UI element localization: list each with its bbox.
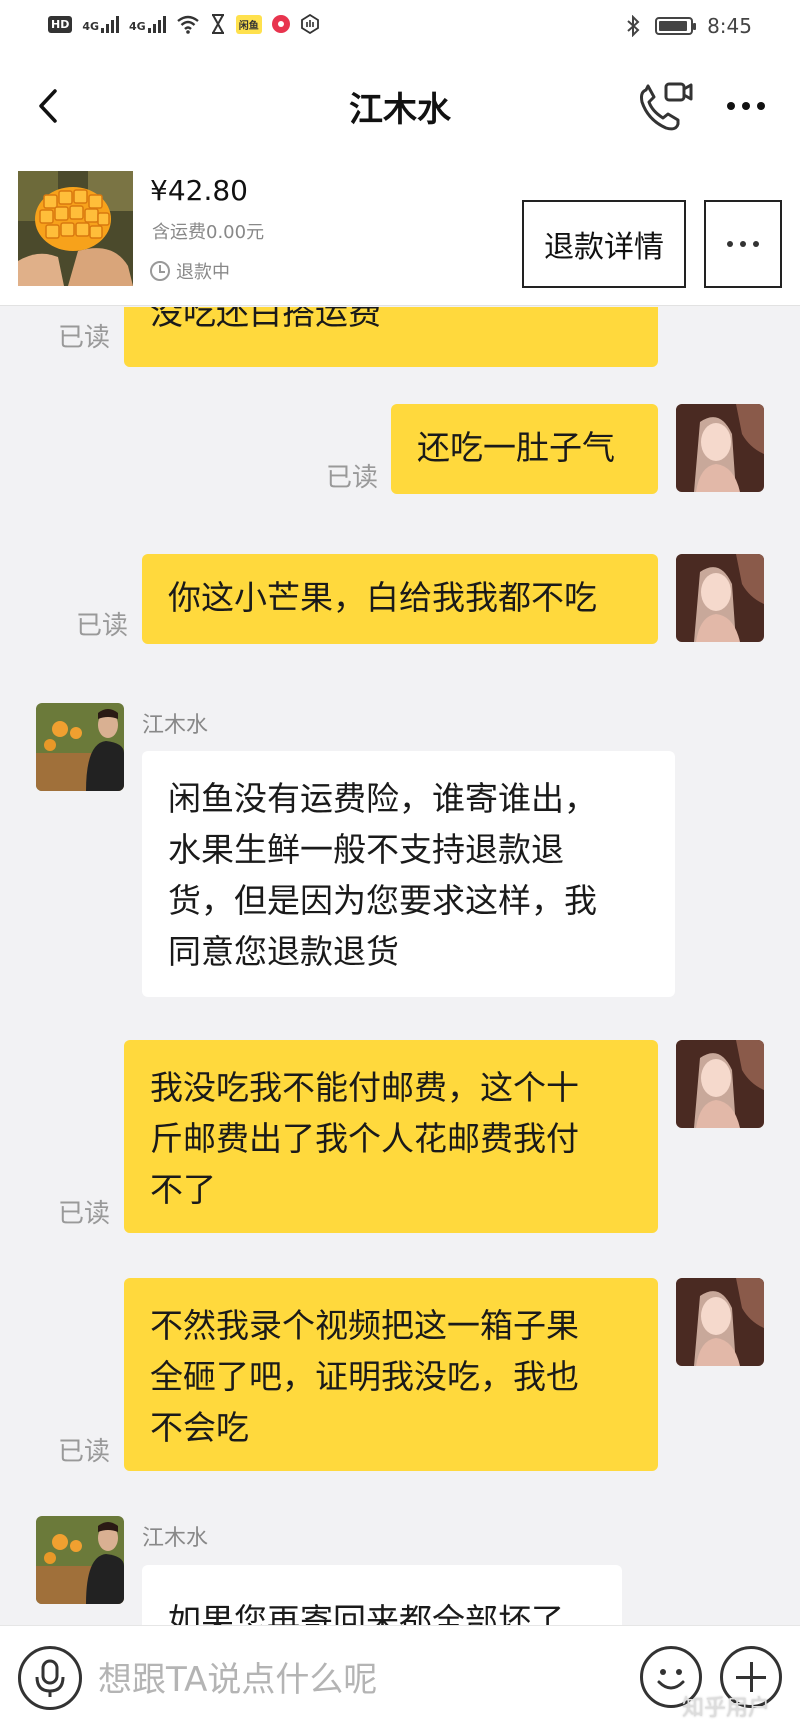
message-bubble-mine[interactable]: 没吃还白搭运费 — [124, 307, 658, 367]
avatar-photo-man-oranges — [36, 703, 124, 791]
seller-avatar[interactable] — [36, 703, 124, 791]
xianyu-app-badge: 闲鱼 — [235, 14, 262, 34]
watermark: 知乎用户 — [682, 1696, 771, 1721]
message-bubble-other[interactable]: 如果您再寄回来都全部坏了 — [142, 1565, 622, 1625]
bluetooth-icon — [627, 15, 640, 37]
signal-bars-icon — [101, 15, 120, 33]
message-line: 闲鱼没有运费险，谁寄谁出， — [168, 779, 597, 818]
message-line: 货，但是因为您要求这样，我 — [168, 881, 597, 920]
dot — [742, 102, 750, 110]
message-text: 还吃一肚子气 — [417, 428, 615, 467]
product-more-button[interactable] — [704, 200, 782, 288]
clock-icon — [150, 261, 170, 281]
hourglass-icon — [211, 14, 224, 34]
wifi-icon — [176, 15, 199, 34]
product-thumbnail[interactable] — [18, 171, 133, 286]
avatar-photo-man-oranges — [36, 1516, 124, 1604]
video-call-button[interactable] — [636, 78, 694, 134]
more-options-button[interactable] — [718, 84, 774, 128]
message-bubble-mine[interactable]: 不然我录个视频把这一箱子果 全砸了吧，证明我没吃，我也 不会吃 — [124, 1278, 658, 1471]
clock-time: 8:45 — [707, 14, 752, 38]
product-card: ¥42.80 含运费0.00元 退款中 退款详情 — [0, 156, 800, 306]
message-line: 不然我录个视频把这一箱子果 — [150, 1306, 579, 1345]
back-arrow-icon — [39, 89, 57, 123]
dot — [740, 241, 746, 247]
my-avatar[interactable] — [676, 1040, 764, 1128]
read-receipt: 已读 — [58, 1437, 111, 1467]
signal-1: 4G — [82, 15, 120, 33]
message-line: 我没吃我不能付邮费，这个十 — [150, 1068, 579, 1107]
status-bar-left: HD 4G 4G 闲鱼 — [48, 14, 320, 34]
battery-icon — [655, 17, 697, 35]
message-line: 不了 — [150, 1170, 216, 1209]
message-line: 不会吃 — [150, 1408, 249, 1447]
dot — [727, 102, 735, 110]
signal-bars-icon — [147, 15, 166, 33]
nav-bar: 江木水 — [0, 56, 800, 156]
message-bubble-mine[interactable]: 还吃一肚子气 — [391, 404, 658, 494]
chat-messages[interactable]: 已读 没吃还白搭运费 已读 还吃一肚子气 已读 你这小芒果，白给我我都不吃 江木… — [0, 307, 800, 1625]
read-receipt: 已读 — [58, 1199, 111, 1229]
my-avatar[interactable] — [676, 404, 764, 492]
dot — [727, 241, 733, 247]
my-avatar[interactable] — [676, 554, 764, 642]
message-line: 全砸了吧，证明我没吃，我也 — [150, 1357, 579, 1396]
message-line: 斤邮费出了我个人花邮费我付 — [150, 1119, 579, 1158]
hd-badge: HD — [48, 15, 73, 33]
message-line: 如果您再寄回来都全部坏了 — [168, 1601, 564, 1625]
microphone-icon — [35, 1659, 65, 1697]
avatar-photo-woman — [676, 1040, 764, 1128]
refund-status: 退款中 — [150, 258, 230, 284]
message-text: 没吃还白搭运费 — [150, 307, 381, 332]
message-bubble-other[interactable]: 闲鱼没有运费险，谁寄谁出， 水果生鲜一般不支持退款退 货，但是因为您要求这样，我… — [142, 751, 675, 997]
dot — [753, 241, 759, 247]
message-line: 同意您退款退货 — [168, 932, 399, 971]
read-receipt: 已读 — [58, 323, 111, 353]
refund-details-button[interactable]: 退款详情 — [522, 200, 686, 288]
avatar-photo-woman — [676, 404, 764, 492]
message-text: 你这小芒果，白给我我都不吃 — [168, 578, 597, 617]
shield-hand-icon — [300, 14, 319, 34]
sender-name: 江木水 — [142, 713, 209, 738]
voice-input-button[interactable] — [18, 1646, 82, 1710]
message-line: 水果生鲜一般不支持退款退 — [168, 830, 564, 869]
seller-avatar[interactable] — [36, 1516, 124, 1604]
sender-name: 江木水 — [142, 1526, 209, 1551]
phone-video-icon — [640, 82, 693, 131]
signal-2: 4G — [129, 15, 166, 33]
message-bubble-mine[interactable]: 你这小芒果，白给我我都不吃 — [142, 554, 658, 644]
shipping-info: 含运费0.00元 — [152, 222, 265, 243]
video-app-icon — [271, 15, 290, 33]
refund-status-label: 退款中 — [176, 262, 230, 283]
dot — [757, 102, 765, 110]
avatar-photo-woman — [676, 554, 764, 642]
input-bar — [0, 1625, 800, 1733]
status-bar: HD 4G 4G 闲鱼 8:45 — [0, 0, 800, 56]
mango-image — [18, 171, 133, 286]
message-bubble-mine[interactable]: 我没吃我不能付邮费，这个十 斤邮费出了我个人花邮费我付 不了 — [124, 1040, 658, 1233]
read-receipt: 已读 — [76, 611, 129, 641]
back-button[interactable] — [24, 82, 72, 130]
product-price: ¥42.80 — [150, 174, 248, 207]
read-receipt: 已读 — [326, 463, 379, 493]
status-bar-right: 8:45 — [625, 14, 752, 38]
my-avatar[interactable] — [676, 1278, 764, 1366]
avatar-photo-woman — [676, 1278, 764, 1366]
message-input[interactable] — [98, 1652, 628, 1708]
